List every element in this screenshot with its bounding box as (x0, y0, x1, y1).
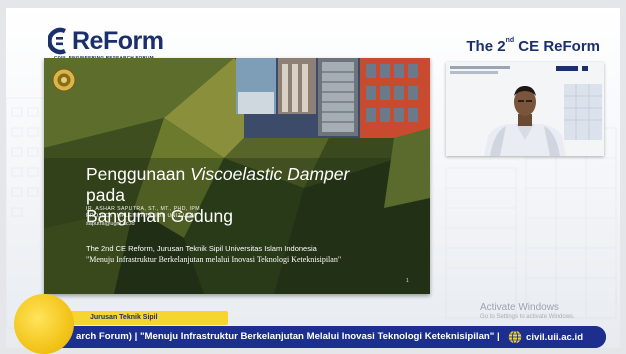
website-badge: civil.uii.ac.id (500, 326, 606, 348)
author-affiliation: PROJECT IMPLEMENTATION UNIT UGM (86, 213, 197, 220)
reform-c-icon (48, 27, 66, 55)
lower-third-yellow-circle (14, 294, 74, 354)
slide-event-line: The 2nd CE Reform, Jurusan Teknik Sipil … (86, 244, 317, 253)
slide-author-block: IR. ASHAR SAPUTRA, ST., MT., PHD, IPM PR… (86, 206, 200, 228)
video-frame: ReForm CIVIL ENGINEERING RESEARCH FORUM … (0, 0, 626, 354)
speaker-video-image (446, 62, 604, 156)
windows-activation-watermark: Activate Windows (480, 302, 559, 313)
speaker-video-feed (446, 62, 604, 156)
event-title: The 2nd CE ReForm (466, 37, 600, 55)
slide-theme-line: "Menuju Infrastruktur Berkelanjutan mela… (86, 255, 342, 264)
slide-page-number: 1 (406, 278, 409, 284)
globe-icon (508, 330, 522, 344)
logo-wordmark: ReForm (72, 27, 164, 55)
author-email: saputra@ugm.ac.id (86, 220, 135, 227)
website-url: civil.uii.ac.id (526, 331, 584, 343)
windows-activation-hint: Go to Settings to activate Windows. (480, 314, 575, 320)
ugm-seal-icon (52, 68, 76, 92)
lower-third-tag: Jurusan Teknik Sipil (58, 311, 228, 325)
presentation-slide: Penggunaan Viscoelastic Damper pada Bang… (44, 58, 430, 294)
author-name: IR. ASHAR SAPUTRA, ST., MT., PHD, IPM (86, 206, 200, 212)
